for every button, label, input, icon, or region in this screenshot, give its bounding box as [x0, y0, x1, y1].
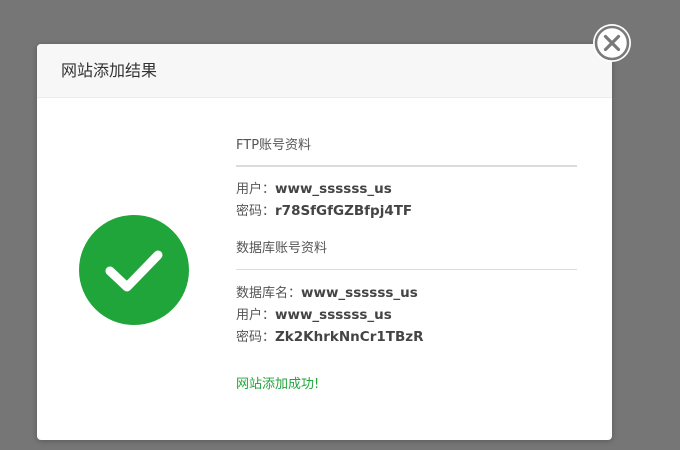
ftp-user-label: 用户：: [236, 182, 276, 197]
dialog-title: 网站添加结果: [61, 61, 158, 80]
database-user-row: 用户：www_ssssss_us: [236, 306, 392, 325]
ftp-section-title: FTP账号资料: [236, 138, 312, 153]
database-name-label: 数据库名：: [236, 286, 302, 301]
database-name-row: 数据库名：www_ssssss_us: [236, 284, 418, 303]
database-password-row: 密码：Zk2KhrkNnCr1TBzR: [236, 328, 424, 347]
ftp-password-value: r78SfGfGZBfpj4TF: [275, 203, 413, 219]
ftp-password-row: 密码：r78SfGfGZBfpj4TF: [236, 202, 412, 221]
database-section-title: 数据库账号资料: [236, 241, 328, 256]
ftp-user-row: 用户：www_ssssss_us: [236, 180, 392, 199]
ftp-divider: [236, 165, 577, 167]
database-user-value: www_ssssss_us: [275, 307, 392, 323]
database-divider: [236, 269, 577, 270]
database-user-label: 用户：: [236, 308, 276, 323]
database-name-value: www_ssssss_us: [301, 285, 418, 301]
close-icon: [594, 25, 630, 61]
result-dialog: 网站添加结果 FTP账号资料 用户：www_ssssss_us 密码：r78Sf…: [37, 44, 612, 440]
database-password-value: Zk2KhrkNnCr1TBzR: [275, 329, 424, 345]
database-password-label: 密码：: [236, 330, 276, 345]
close-button[interactable]: [593, 24, 631, 62]
check-circle-icon: [79, 215, 189, 325]
ftp-password-label: 密码：: [236, 204, 276, 219]
success-message: 网站添加成功!: [236, 377, 320, 392]
dialog-header: 网站添加结果: [37, 44, 612, 98]
ftp-user-value: www_ssssss_us: [275, 181, 392, 197]
